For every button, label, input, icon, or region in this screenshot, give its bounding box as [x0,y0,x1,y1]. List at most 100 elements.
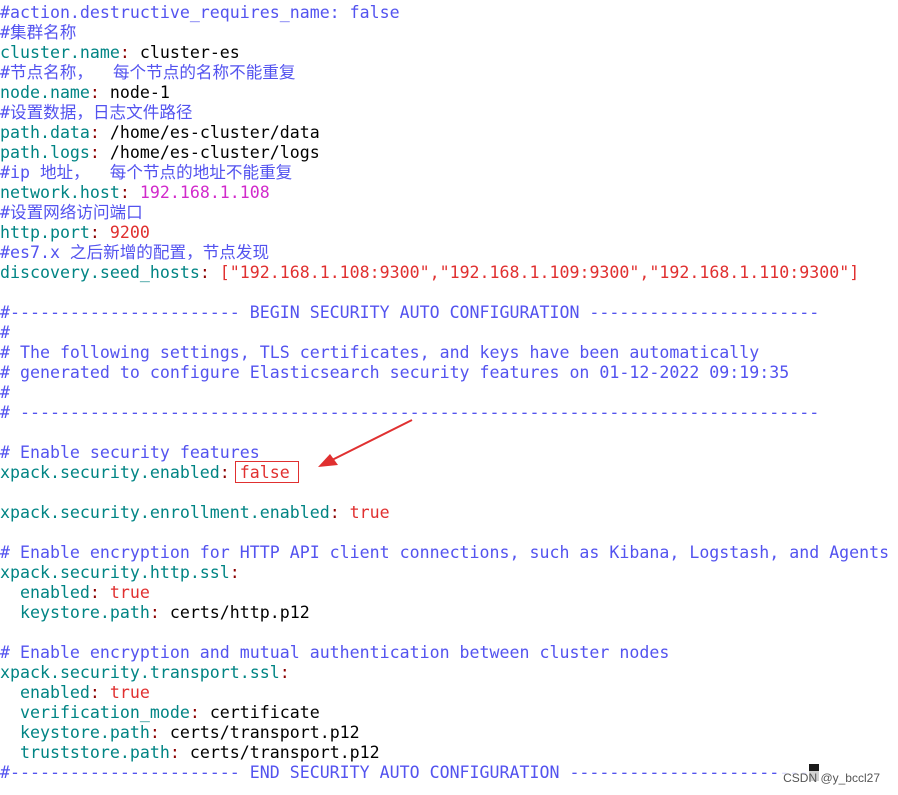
config-line [0,623,898,643]
comment-text: #节点名称， 每个节点的名称不能重复 [0,63,296,82]
comment-text: #设置网络访问端口 [0,203,143,222]
key-separator: : [89,143,100,162]
config-line: # [0,383,898,403]
config-line: truststore.path: certs/transport.p12 [0,743,898,763]
config-key: path.logs [0,143,90,162]
config-value: 9200 [99,223,150,242]
key-separator: : [89,223,100,242]
comment-text: # [0,383,10,402]
config-line: path.data: /home/es-cluster/data [0,123,898,143]
config-line [0,523,898,543]
key-separator: : [119,43,130,62]
comment-text: #集群名称 [0,23,77,42]
config-line: xpack.security.http.ssl: [0,563,898,583]
config-key: node.name [0,83,90,102]
config-line: http.port: 9200 [0,223,898,243]
key-separator: : [149,723,160,742]
key-separator: : [89,683,100,702]
comment-text: #action.destructive_requires_name: false [0,3,400,22]
comment-text: # Enable security features [0,443,260,462]
config-line: verification_mode: certificate [0,703,898,723]
comment-text: # Enable encryption and mutual authentic… [0,643,670,662]
comment-text: # The following settings, TLS certificat… [0,343,760,362]
config-key: path.data [0,123,90,142]
config-value: ["192.168.1.108:9300","192.168.1.109:930… [209,263,860,282]
config-key: xpack.security.enrollment.enabled [0,503,330,522]
config-line: discovery.seed_hosts: ["192.168.1.108:93… [0,263,898,283]
comment-text: #ip 地址， 每个节点的地址不能重复 [0,163,293,182]
config-key: keystore.path [0,723,150,742]
key-separator: : [89,83,100,102]
arrow-annotation-icon [318,419,413,467]
comment-text: #----------------------- END SECURITY AU… [0,763,820,782]
key-separator: : [279,663,290,682]
key-separator: : [169,743,180,762]
config-line [0,283,898,303]
config-value: true [99,683,150,702]
config-value: true [339,503,390,522]
key-separator: : [119,183,130,202]
config-line: #----------------------- BEGIN SECURITY … [0,303,898,323]
comment-text: #es7.x 之后新增的配置，节点发现 [0,243,270,262]
config-line: xpack.security.enrollment.enabled: true [0,503,898,523]
config-value: /home/es-cluster/data [99,123,320,142]
config-line: # Enable security features [0,443,898,463]
config-line: keystore.path: certs/transport.p12 [0,723,898,743]
config-key: enabled [0,583,90,602]
config-line: #集群名称 [0,23,898,43]
config-line: # Enable encryption and mutual authentic… [0,643,898,663]
config-line: # generated to configure Elasticsearch s… [0,363,898,383]
config-line: cluster.name: cluster-es [0,43,898,63]
key-separator: : [89,123,100,142]
config-line [0,483,898,503]
config-line: # --------------------------------------… [0,403,898,423]
config-line: #ip 地址， 每个节点的地址不能重复 [0,163,898,183]
key-separator: : [219,463,230,482]
config-line: # Enable encryption for HTTP API client … [0,543,898,563]
config-line: #设置数据，日志文件路径 [0,103,898,123]
highlight-box-annotation [235,461,299,483]
config-line: network.host: 192.168.1.108 [0,183,898,203]
config-value: certificate [199,703,320,722]
config-line: keystore.path: certs/http.p12 [0,603,898,623]
config-key: http.port [0,223,90,242]
config-value: node-1 [99,83,170,102]
comment-text: # [0,323,10,342]
config-editor[interactable]: #action.destructive_requires_name: false… [0,3,898,783]
comment-text: #----------------------- BEGIN SECURITY … [0,303,820,322]
config-value: certs/transport.p12 [179,743,380,762]
config-value: true [99,583,150,602]
config-line: enabled: true [0,683,898,703]
config-line: #es7.x 之后新增的配置，节点发现 [0,243,898,263]
config-line: #节点名称， 每个节点的名称不能重复 [0,63,898,83]
key-separator: : [229,563,240,582]
comment-text: # generated to configure Elasticsearch s… [0,363,790,382]
config-key: enabled [0,683,90,702]
config-line: xpack.security.transport.ssl: [0,663,898,683]
config-line: #----------------------- END SECURITY AU… [0,763,898,783]
config-key: truststore.path [0,743,170,762]
config-line: #action.destructive_requires_name: false [0,3,898,23]
key-separator: : [149,603,160,622]
config-line: # The following settings, TLS certificat… [0,343,898,363]
config-value: 192.168.1.108 [129,183,270,202]
comment-text: #设置数据，日志文件路径 [0,103,193,122]
config-line [0,423,898,443]
config-line: xpack.security.enabled: false [0,463,898,483]
key-separator: : [189,703,200,722]
config-value: certs/transport.p12 [159,723,360,742]
config-value: certs/http.p12 [159,603,310,622]
config-key: xpack.security.transport.ssl [0,663,280,682]
config-value: cluster-es [129,43,240,62]
config-key: xpack.security.http.ssl [0,563,230,582]
config-line: #设置网络访问端口 [0,203,898,223]
key-separator: : [329,503,340,522]
config-key: cluster.name [0,43,120,62]
key-separator: : [199,263,210,282]
config-line: # [0,323,898,343]
watermark: CSDN @y_bccl27 [781,771,882,785]
config-key: network.host [0,183,120,202]
comment-text: # Enable encryption for HTTP API client … [0,543,890,562]
config-value: /home/es-cluster/logs [99,143,320,162]
config-key: keystore.path [0,603,150,622]
